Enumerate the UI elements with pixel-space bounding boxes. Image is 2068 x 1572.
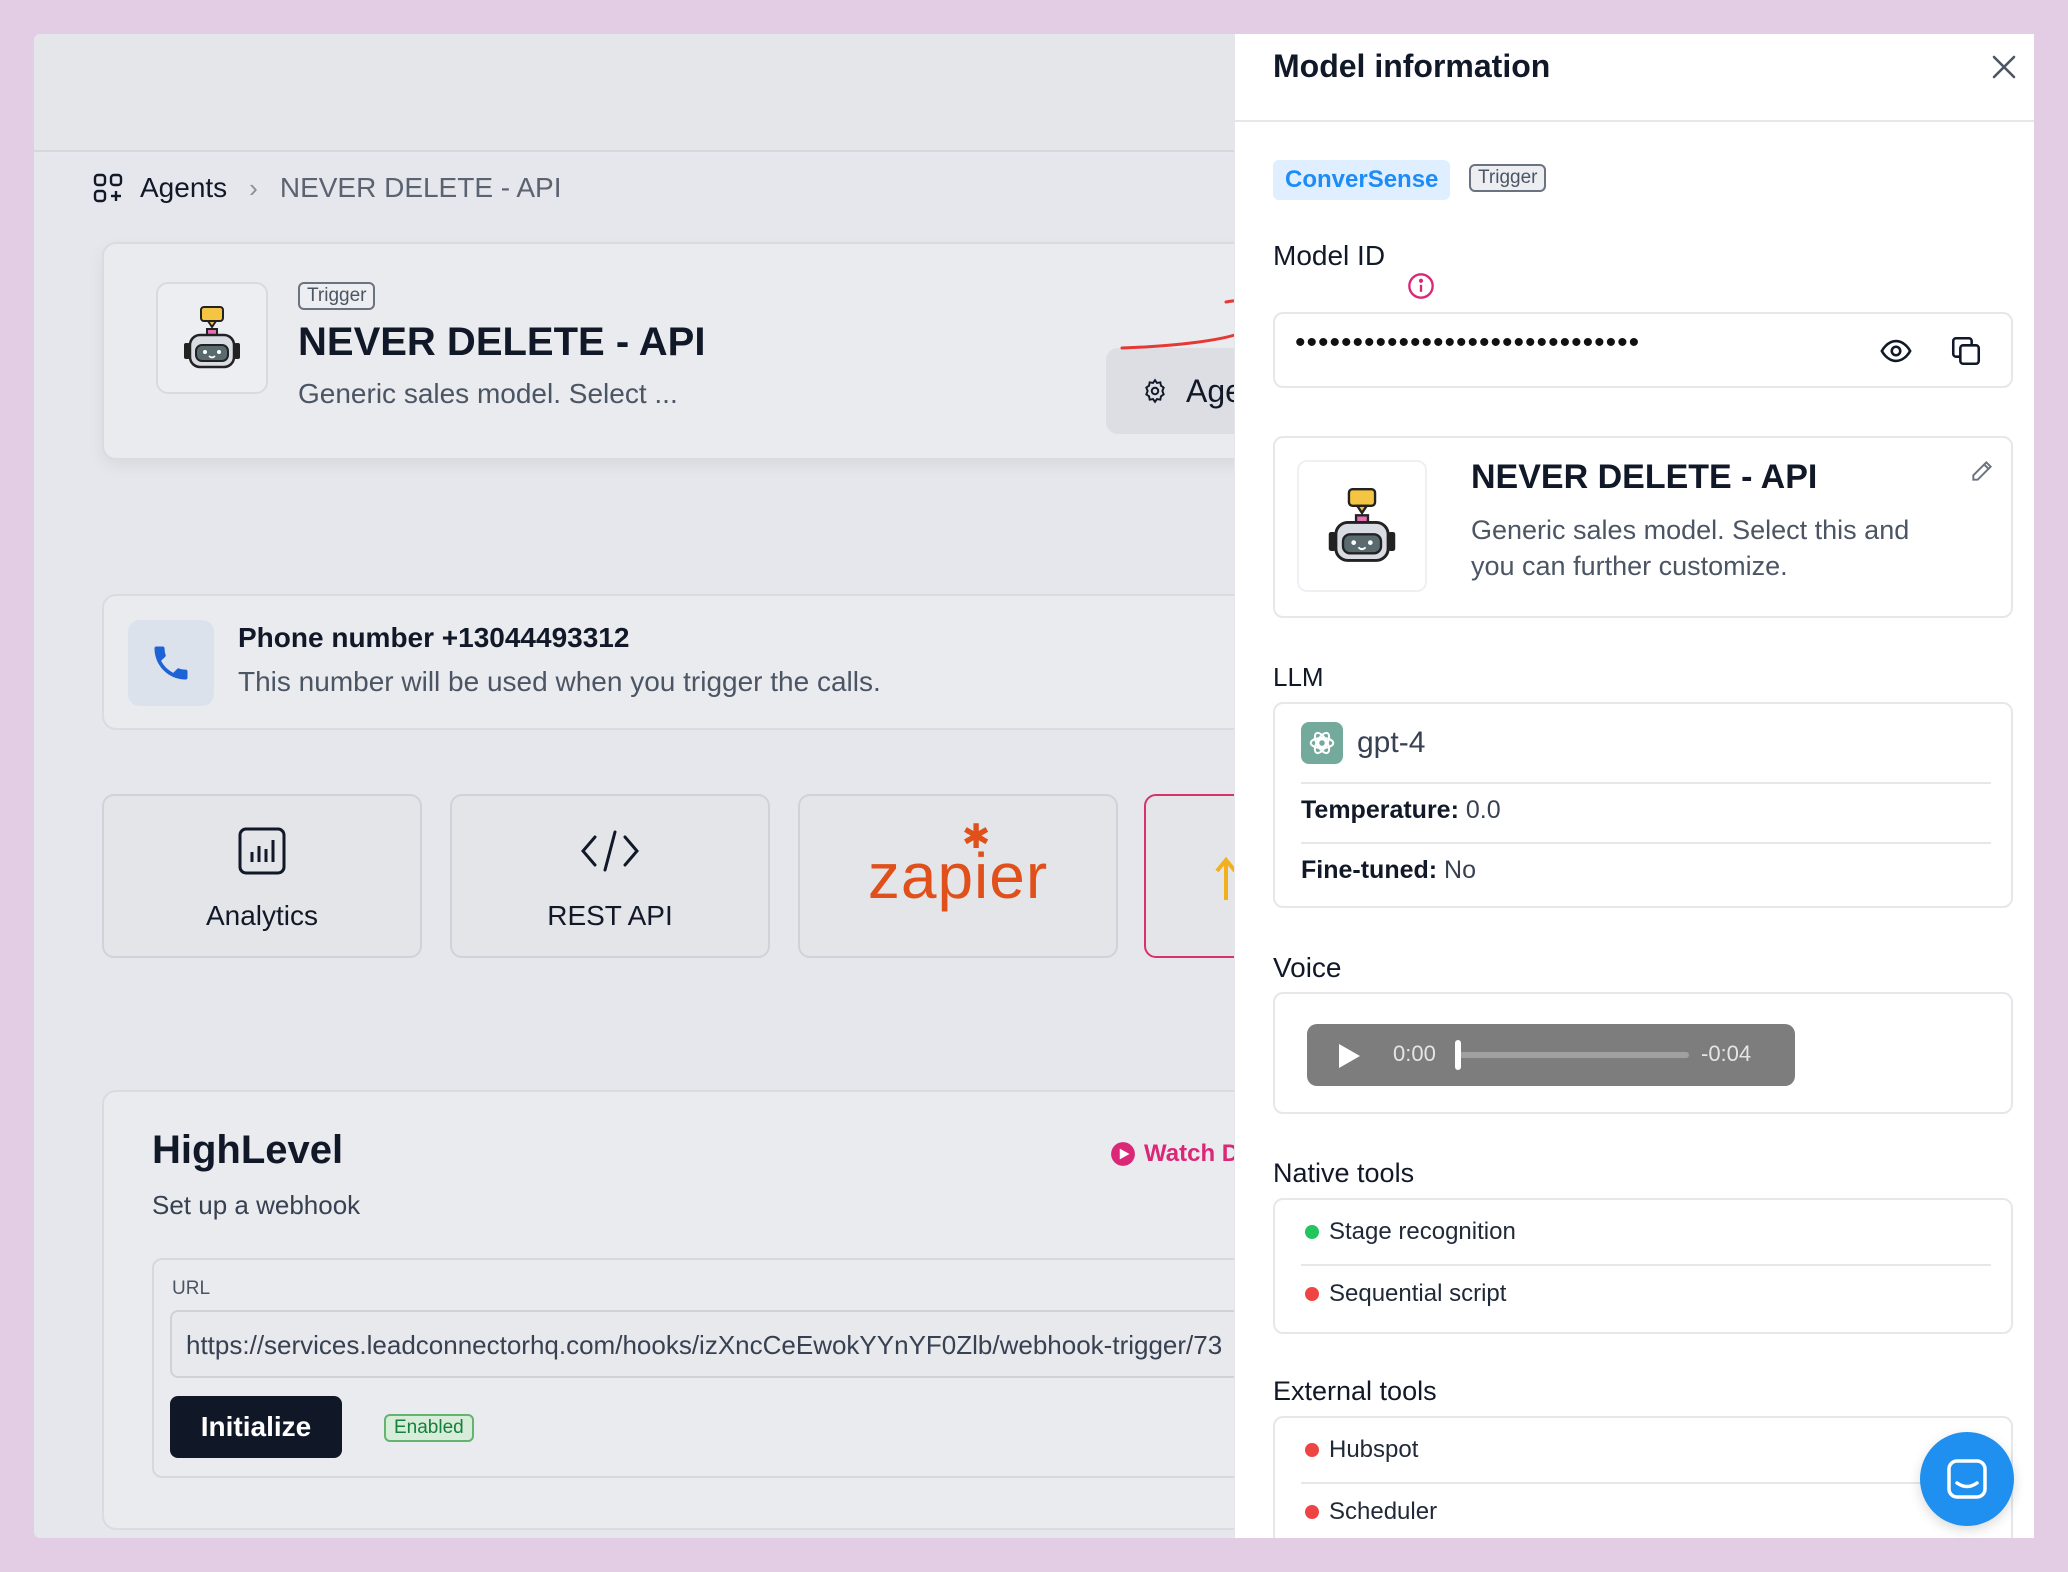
watch-demo-link[interactable]: Watch D xyxy=(1110,1140,1239,1168)
highlevel-title: HighLevel xyxy=(152,1128,344,1172)
llm-card: gpt-4 Temperature: 0.0 Fine-tuned: No xyxy=(1273,702,2013,908)
temperature-row: Temperature: 0.0 xyxy=(1301,796,1501,824)
audio-remaining-time: -0:04 xyxy=(1701,1041,1752,1066)
divider xyxy=(1301,1482,1991,1484)
chat-icon xyxy=(1947,1459,1987,1499)
native-tools-label: Native tools xyxy=(1273,1158,1415,1188)
voice-card: 0:00 -0:04 xyxy=(1273,992,2013,1114)
highlevel-subtitle: Set up a webhook xyxy=(152,1190,361,1220)
panel-title: Model information xyxy=(1273,48,1551,84)
rest-api-tile[interactable]: REST API xyxy=(450,794,770,958)
divider xyxy=(1301,782,1991,784)
audio-current-time: 0:00 xyxy=(1393,1041,1436,1066)
analytics-tile[interactable]: Analytics xyxy=(102,794,422,958)
webhook-url-section: URL https://services.leadconnectorhq.com… xyxy=(152,1258,1300,1478)
audio-player[interactable]: 0:00 -0:04 xyxy=(1307,1024,1795,1086)
llm-label: LLM xyxy=(1273,662,1324,692)
phone-icon-box xyxy=(128,620,214,706)
edit-icon[interactable] xyxy=(1969,458,1995,484)
list-item: Stage recognition xyxy=(1305,1218,1516,1246)
analytics-label: Analytics xyxy=(205,900,319,931)
code-icon xyxy=(581,830,639,872)
trigger-tag: Trigger xyxy=(1469,164,1547,192)
divider xyxy=(1301,1264,1991,1266)
gear-icon xyxy=(1145,378,1165,404)
llm-name: gpt-4 xyxy=(1357,726,1426,759)
close-icon[interactable] xyxy=(1989,52,2019,82)
model-info-panel: Model information ConverSense Trigger Mo… xyxy=(1234,34,2034,1538)
zapier-tile[interactable]: ✱ zapier xyxy=(798,794,1118,958)
analytics-icon xyxy=(238,827,286,875)
breadcrumb-agents-link[interactable]: Agents xyxy=(140,172,227,204)
initialize-button[interactable]: Initialize xyxy=(170,1396,342,1458)
phone-card: Phone number +13044493312 This number wi… xyxy=(102,594,1282,730)
audio-seek-thumb[interactable] xyxy=(1455,1040,1461,1070)
list-item: Hubspot xyxy=(1305,1436,1418,1464)
audio-seek-bar[interactable] xyxy=(1459,1052,1689,1058)
chat-launcher-button[interactable] xyxy=(1920,1432,2014,1526)
robot-icon xyxy=(1328,488,1396,562)
status-dot-red xyxy=(1305,1287,1319,1301)
highlevel-card: HighLevel Set up a webhook Watch D URL h… xyxy=(102,1090,1300,1530)
robot-avatar xyxy=(1297,460,1427,592)
eye-icon[interactable] xyxy=(1879,334,1913,368)
robot-avatar xyxy=(156,282,268,394)
copy-icon[interactable] xyxy=(1949,334,1983,368)
status-dot-red xyxy=(1305,1443,1319,1457)
url-label: URL xyxy=(172,1278,211,1299)
fine-tuned-row: Fine-tuned: No xyxy=(1301,856,1477,884)
agents-icon xyxy=(93,173,123,203)
agent-description: Generic sales model. Select ... xyxy=(298,378,678,409)
openai-icon xyxy=(1301,722,1343,764)
trigger-tag: Trigger xyxy=(298,282,376,310)
chevron-right-icon: › xyxy=(249,172,258,203)
status-dot-green xyxy=(1305,1225,1319,1239)
panel-header: Model information xyxy=(1235,34,2034,122)
status-dot-red xyxy=(1305,1505,1319,1519)
model-id-value: •••••••••••••••••••••••••••••• xyxy=(1295,326,1641,359)
voice-label: Voice xyxy=(1273,952,1342,983)
model-title: NEVER DELETE - API xyxy=(1471,458,1818,496)
play-icon[interactable] xyxy=(1337,1043,1361,1069)
asterisk-icon: ✱ xyxy=(961,818,992,856)
external-tools-label: External tools xyxy=(1273,1376,1437,1406)
rest-api-label: REST API xyxy=(547,900,673,931)
agent-card: Trigger NEVER DELETE - API Generic sales… xyxy=(102,242,1326,460)
status-badge: Enabled xyxy=(384,1414,474,1442)
breadcrumb-current: NEVER DELETE - API xyxy=(279,172,562,203)
breadcrumb: Agents › NEVER DELETE - API xyxy=(92,172,561,204)
robot-icon xyxy=(184,306,240,369)
phone-description: This number will be used when you trigge… xyxy=(238,666,881,697)
phone-number-title: Phone number +13044493312 xyxy=(238,622,630,653)
brand-badge: ConverSense xyxy=(1273,160,1451,200)
webhook-url-input[interactable]: https://services.leadconnectorhq.com/hoo… xyxy=(170,1310,1300,1378)
list-item: Scheduler xyxy=(1305,1498,1437,1526)
top-bar xyxy=(34,34,1234,152)
model-id-label: Model ID xyxy=(1273,240,1386,271)
model-description: Generic sales model. Select this and you… xyxy=(1471,515,1910,581)
external-tools-card: Hubspot Scheduler xyxy=(1273,1416,2013,1538)
divider xyxy=(1301,842,1991,844)
play-circle-icon xyxy=(1111,1142,1135,1166)
zapier-logo: ✱ zapier xyxy=(867,818,1049,912)
model-id-field[interactable]: •••••••••••••••••••••••••••••• xyxy=(1273,312,2013,388)
native-tools-card: Stage recognition Sequential script xyxy=(1273,1198,2013,1334)
list-item: Sequential script xyxy=(1305,1280,1506,1308)
info-icon[interactable] xyxy=(1407,272,1435,300)
model-summary-card: NEVER DELETE - API Generic sales model. … xyxy=(1273,436,2013,618)
phone-icon xyxy=(154,646,188,680)
agent-title: NEVER DELETE - API xyxy=(298,320,706,364)
